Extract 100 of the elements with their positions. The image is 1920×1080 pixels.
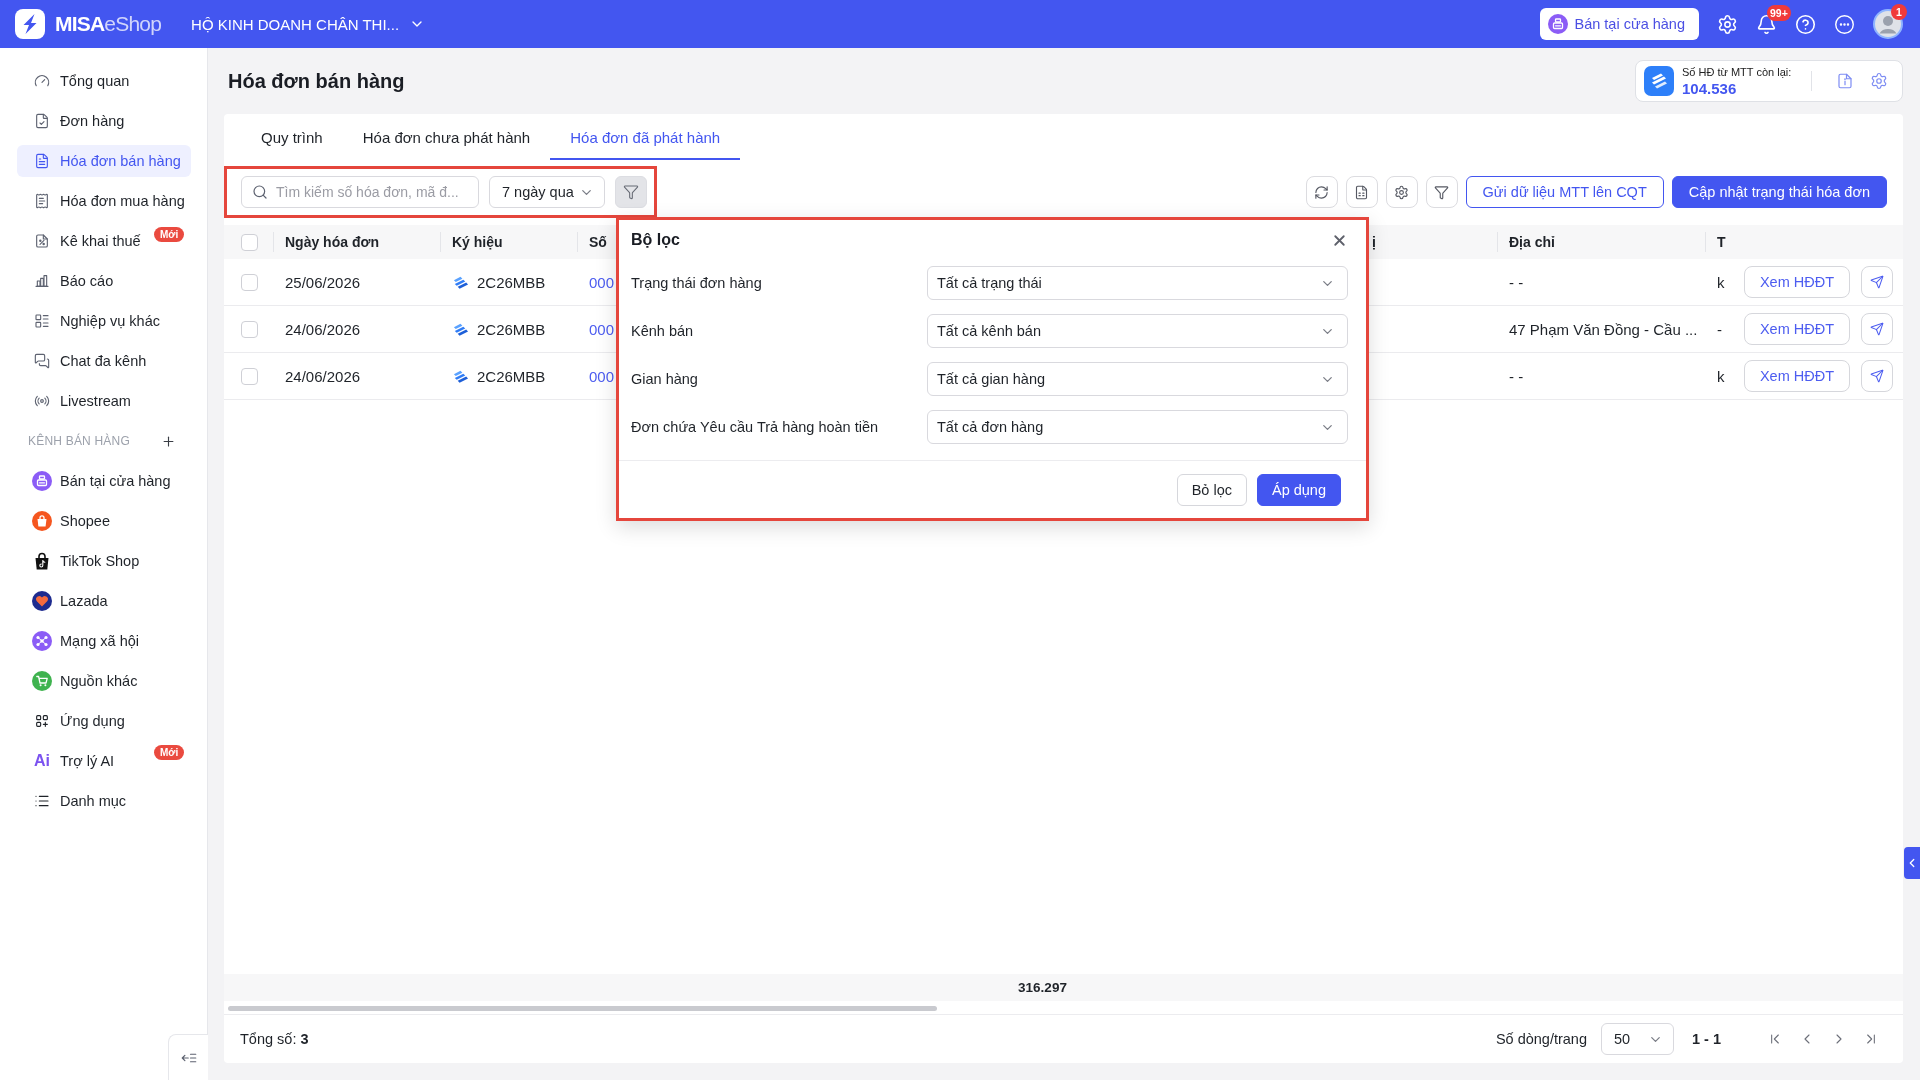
- invoice-number-link[interactable]: 000: [589, 320, 615, 338]
- filter-action-button[interactable]: Áp dụng: [1256, 474, 1341, 506]
- scrollbar-thumb[interactable]: [228, 1006, 937, 1011]
- nav-item[interactable]: Nguồn khác: [17, 665, 191, 697]
- new-badge: Mới: [154, 227, 185, 242]
- nav-item[interactable]: TikTok Shop: [17, 545, 191, 577]
- list-icon: [34, 793, 50, 809]
- document-icon: [34, 153, 50, 169]
- total-count: Tổng số: 3: [240, 1031, 309, 1047]
- date-range-dropdown[interactable]: 7 ngày qua: [489, 176, 605, 208]
- list-icon: [34, 313, 50, 329]
- nav-item[interactable]: Danh mục: [17, 785, 191, 817]
- invoice-number-link[interactable]: 000: [589, 273, 615, 291]
- nav-item[interactable]: Nghiệp vụ khác: [17, 305, 191, 337]
- tab[interactable]: Hóa đơn chưa phát hành: [342, 114, 551, 160]
- symbol-text: 2C26MBB: [477, 320, 546, 338]
- store-mode-button[interactable]: Bán tại cửa hàng: [1539, 8, 1699, 40]
- cash-register-icon: [32, 471, 52, 491]
- nav-item[interactable]: Ứng dụng: [17, 705, 191, 737]
- filter-button[interactable]: [1425, 176, 1458, 208]
- help-icon[interactable]: [1795, 13, 1816, 35]
- checkbox[interactable]: [241, 367, 258, 385]
- bar-chart-icon: [34, 273, 50, 289]
- nav-item[interactable]: Shopee: [17, 505, 191, 537]
- send-button[interactable]: [1861, 360, 1893, 392]
- network-icon: [32, 631, 52, 651]
- view-invoice-button[interactable]: Xem HĐĐT: [1744, 266, 1850, 298]
- filter-action-button[interactable]: Bỏ lọc: [1176, 474, 1247, 506]
- filter-icon: [623, 184, 639, 200]
- nav-item[interactable]: Mạng xã hội: [17, 625, 191, 657]
- checkbox[interactable]: [241, 233, 258, 251]
- send-icon: [1870, 322, 1884, 336]
- ai-logo-text: Ai: [33, 752, 51, 770]
- cell-text: k: [1717, 273, 1725, 291]
- side-panel-tab[interactable]: [1904, 847, 1920, 879]
- section-title: KÊNH BÁN HÀNG: [28, 434, 130, 448]
- total-amount: 316.297: [1018, 980, 1067, 995]
- column-header: T: [1717, 234, 1726, 250]
- filter-title: Bộ lọc: [631, 231, 680, 249]
- date-text: 25/06/2026: [285, 273, 361, 291]
- search-field[interactable]: Tìm kiếm số hóa đơn, mã đ...: [241, 176, 479, 208]
- add-icon[interactable]: [161, 433, 176, 449]
- address-text: 47 Phạm Văn Đồng - Cầu ...: [1509, 320, 1698, 338]
- document-info-icon[interactable]: [1836, 72, 1854, 90]
- export-button[interactable]: [1345, 176, 1378, 208]
- nav-item[interactable]: Kê khai thuế: [17, 225, 152, 257]
- settings-icon[interactable]: [1870, 72, 1888, 90]
- nav-item[interactable]: Lazada: [17, 585, 191, 617]
- view-invoice-button[interactable]: Xem HĐĐT: [1744, 313, 1850, 345]
- broadcast-icon: [34, 393, 50, 409]
- logo-wordmark: MISAeShop: [55, 12, 162, 36]
- nav-item[interactable]: Hóa đơn bán hàng: [17, 145, 191, 177]
- tab[interactable]: Hóa đơn đã phát hành: [550, 114, 741, 160]
- notification-badge: 1: [1891, 4, 1907, 20]
- nav-item[interactable]: Tổng quan: [17, 65, 191, 97]
- store-switcher[interactable]: HỘ KINH DOANH CHÂN THI...: [191, 15, 426, 33]
- tab[interactable]: Quy trình: [241, 114, 343, 160]
- cell-text: k: [1717, 367, 1725, 385]
- nav-item[interactable]: Báo cáo: [17, 265, 191, 297]
- nav-item[interactable]: Chat đa kênh: [17, 345, 191, 377]
- quota-label: Số HĐ từ MTT còn lại:: [1682, 65, 1792, 78]
- column-header: Số: [589, 234, 607, 250]
- checkbox[interactable]: [241, 273, 258, 291]
- nav-item[interactable]: Bán tại cửa hàng: [17, 465, 191, 497]
- select-field[interactable]: Tất cả kênh bán: [927, 314, 1348, 348]
- refresh-button[interactable]: [1305, 176, 1338, 208]
- page-size-select[interactable]: 50: [1601, 1023, 1674, 1055]
- filter-button[interactable]: [615, 176, 647, 208]
- date-text: 24/06/2026: [285, 367, 361, 385]
- filter-icon: [1434, 184, 1450, 200]
- nav-item[interactable]: Đơn hàng: [17, 105, 191, 137]
- field-label: Trạng thái đơn hàng: [631, 275, 763, 291]
- chat-bubbles-icon: [34, 353, 50, 369]
- notification-badge: 99+: [1767, 4, 1791, 21]
- nav-item[interactable]: Livestream: [17, 385, 191, 417]
- collapse-sidebar-button[interactable]: [168, 1034, 208, 1080]
- action-button[interactable]: Gửi dữ liệu MTT lên CQT: [1465, 176, 1664, 208]
- invoice-number-link[interactable]: 000: [589, 367, 615, 385]
- refresh-icon: [1314, 184, 1330, 200]
- quota-value: 104.536: [1682, 79, 1738, 97]
- select-field[interactable]: Tất cả gian hàng: [927, 362, 1348, 396]
- send-button[interactable]: [1861, 266, 1893, 298]
- cart-icon: [32, 671, 52, 691]
- apps-grid-icon: [34, 713, 50, 729]
- column-header: Ngày hóa đơn: [285, 234, 379, 250]
- view-invoice-button[interactable]: Xem HĐĐT: [1744, 360, 1850, 392]
- page-size-label: Số dòng/trang: [1495, 1031, 1587, 1047]
- settings-button[interactable]: [1385, 176, 1418, 208]
- checkbox[interactable]: [241, 320, 258, 338]
- gauge-icon: [34, 73, 50, 89]
- send-button[interactable]: [1861, 313, 1893, 345]
- nav-item[interactable]: Hóa đơn mua hàng: [17, 185, 191, 217]
- page-title: Hóa đơn bán hàng: [228, 69, 405, 93]
- spreadsheet-icon: [1354, 184, 1370, 200]
- column-header: Ký hiệu: [452, 234, 503, 250]
- nav-item[interactable]: Ai Trợ lý AI: [17, 745, 152, 777]
- more-icon[interactable]: [1834, 13, 1855, 35]
- select-field[interactable]: Tất cả trạng thái: [927, 266, 1348, 300]
- select-field[interactable]: Tất cả đơn hàng: [927, 410, 1348, 444]
- action-button[interactable]: Cập nhật trạng thái hóa đơn: [1671, 176, 1887, 208]
